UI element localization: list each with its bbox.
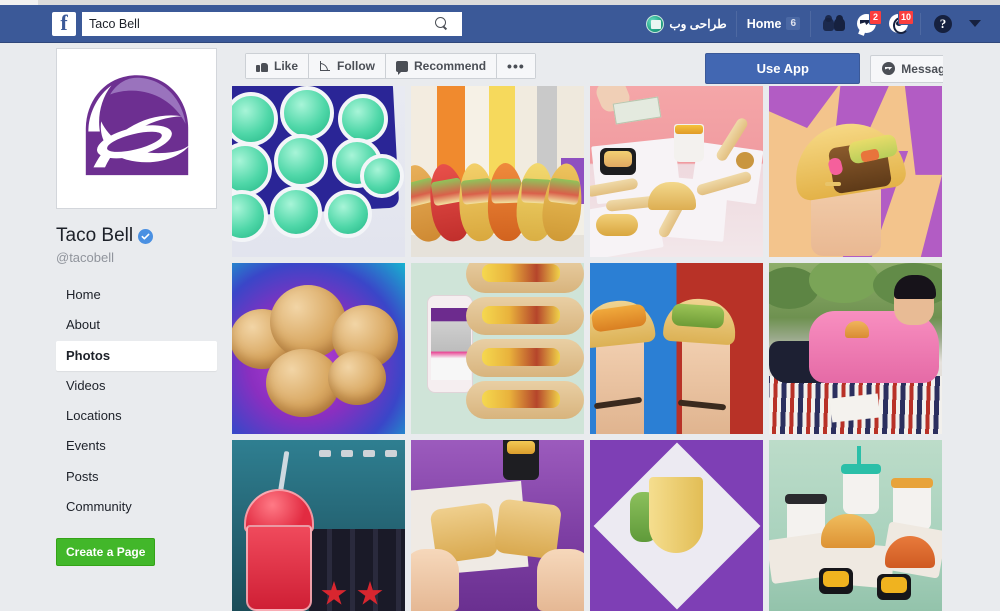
friend-requests-button[interactable] bbox=[819, 11, 849, 37]
use-app-button[interactable]: Use App bbox=[705, 53, 861, 84]
navbar-right-group: طراحی وب Home 6 2 10 ? bbox=[637, 5, 990, 43]
photo-tile[interactable] bbox=[232, 86, 405, 257]
search-button[interactable] bbox=[422, 11, 460, 36]
left-sidebar: Taco Bell @tacobell Home About Photos Vi… bbox=[56, 48, 217, 567]
speech-bubble-icon bbox=[396, 60, 409, 75]
search-input[interactable] bbox=[82, 12, 422, 35]
photo-grid bbox=[232, 86, 943, 611]
photo-tile[interactable] bbox=[769, 86, 942, 257]
page-handle: @tacobell bbox=[56, 250, 115, 265]
photo-tile[interactable] bbox=[411, 263, 584, 434]
follow-button-label: Follow bbox=[337, 59, 376, 73]
photo-tile[interactable] bbox=[590, 440, 763, 611]
question-mark-icon: ? bbox=[934, 14, 952, 33]
sidebar-item-videos[interactable]: Videos bbox=[56, 371, 217, 401]
navbar-home-link[interactable]: Home 6 bbox=[737, 10, 811, 37]
page-profile-picture[interactable] bbox=[56, 48, 217, 209]
photo-tile[interactable] bbox=[590, 86, 763, 257]
primary-action-group: Use App Message bbox=[705, 53, 964, 84]
sidebar-item-home[interactable]: Home bbox=[56, 280, 217, 310]
page-title-row: Taco Bell bbox=[56, 225, 217, 247]
like-button-label: Like bbox=[274, 59, 299, 73]
profile-avatar-icon bbox=[646, 14, 665, 33]
create-a-page-button[interactable]: Create a Page bbox=[56, 538, 156, 567]
recommend-button-label: Recommend bbox=[414, 59, 487, 73]
navbar-profile-link[interactable]: طراحی وب bbox=[637, 10, 737, 37]
page-action-bar: Like Follow Recommend ••• bbox=[245, 53, 536, 79]
navbar-home-badge: 6 bbox=[786, 17, 800, 30]
photo-tile[interactable] bbox=[232, 440, 405, 611]
recommend-button[interactable]: Recommend bbox=[386, 54, 498, 78]
friends-icon bbox=[823, 15, 845, 31]
notifications-badge: 10 bbox=[897, 9, 914, 25]
search-icon bbox=[434, 17, 448, 30]
navbar-home-label: Home bbox=[746, 16, 782, 31]
photo-tile[interactable] bbox=[411, 86, 584, 257]
sidebar-item-posts[interactable]: Posts bbox=[56, 462, 217, 492]
ellipsis-icon: ••• bbox=[507, 58, 525, 74]
photo-tile[interactable] bbox=[232, 263, 405, 434]
messages-button[interactable]: 2 bbox=[851, 9, 882, 37]
navbar-left-group: f bbox=[52, 11, 462, 36]
taco-bell-logo-icon bbox=[63, 55, 210, 202]
sidebar-item-community[interactable]: Community bbox=[56, 492, 217, 522]
navbar-icon-group: 2 10 ? bbox=[811, 9, 990, 37]
sidebar-item-about[interactable]: About bbox=[56, 310, 217, 340]
sidebar-item-locations[interactable]: Locations bbox=[56, 401, 217, 431]
notifications-button[interactable]: 10 bbox=[883, 9, 914, 37]
more-options-button[interactable]: ••• bbox=[497, 54, 535, 78]
facebook-top-navbar: f طراحی وب Home 6 2 bbox=[0, 5, 1000, 43]
navbar-profile-name: طراحی وب bbox=[669, 16, 727, 31]
help-button[interactable]: ? bbox=[928, 11, 958, 37]
engagement-button-group: Like Follow Recommend ••• bbox=[245, 53, 536, 79]
photo-tile[interactable] bbox=[411, 440, 584, 611]
photo-tile[interactable] bbox=[769, 263, 942, 434]
follow-button[interactable]: Follow bbox=[309, 54, 387, 78]
sidebar-item-photos[interactable]: Photos bbox=[56, 340, 217, 371]
thumbs-up-icon bbox=[256, 60, 268, 72]
message-icon bbox=[882, 62, 896, 75]
navbar-divider bbox=[920, 12, 921, 35]
sidebar-nav: Home About Photos Videos Locations Event… bbox=[56, 280, 217, 522]
search-bar bbox=[82, 11, 462, 36]
like-button[interactable]: Like bbox=[246, 54, 310, 78]
facebook-logo-icon[interactable]: f bbox=[52, 11, 76, 36]
messages-badge: 2 bbox=[869, 9, 882, 25]
chevron-down-icon bbox=[969, 20, 981, 27]
photo-tile[interactable] bbox=[590, 263, 763, 434]
verified-badge-icon bbox=[138, 228, 154, 244]
page-title: Taco Bell bbox=[56, 225, 134, 246]
page-right-gutter bbox=[943, 43, 1000, 576]
rss-follow-icon bbox=[319, 60, 331, 72]
sidebar-item-events[interactable]: Events bbox=[56, 431, 217, 461]
account-menu-button[interactable] bbox=[960, 11, 990, 37]
page-body: Taco Bell @tacobell Home About Photos Vi… bbox=[0, 43, 1000, 611]
photo-tile[interactable] bbox=[769, 440, 942, 611]
